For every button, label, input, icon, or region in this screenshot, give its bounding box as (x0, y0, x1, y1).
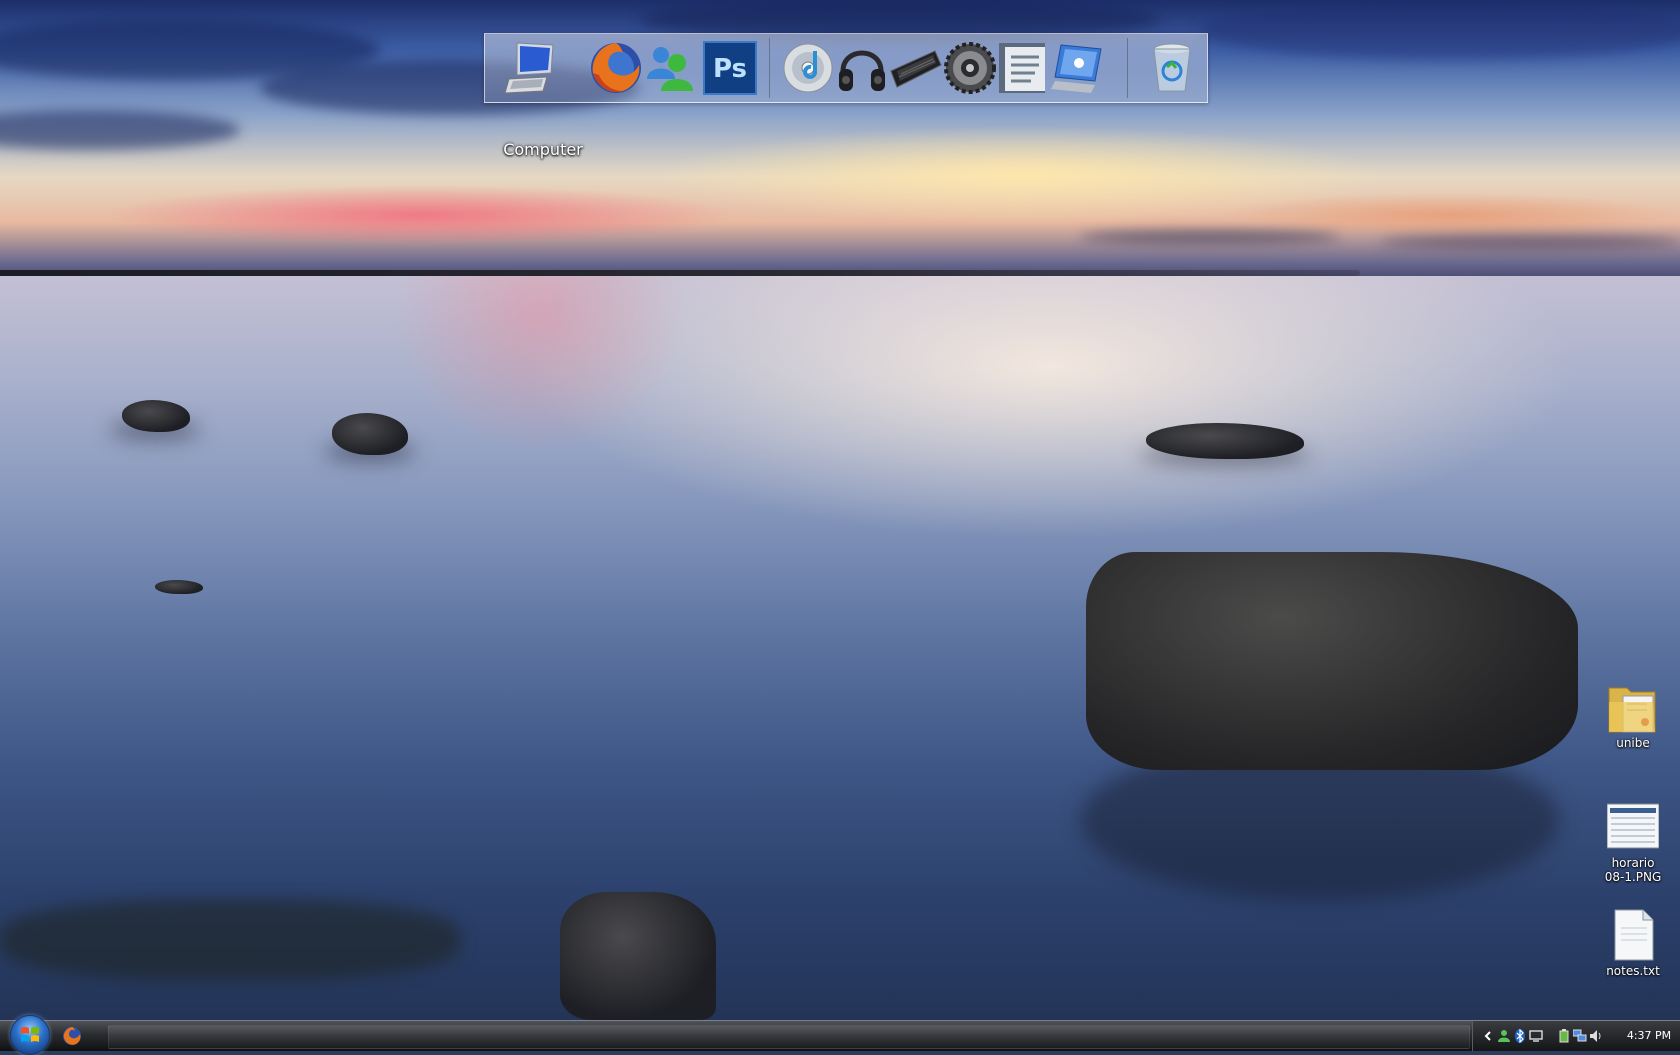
photoshop-icon: Ps (703, 41, 757, 95)
display-icon[interactable] (1529, 1029, 1543, 1043)
desktop-icon-label: horario 08-1.PNG (1604, 856, 1662, 884)
rock (560, 892, 716, 1020)
folder-icon (1608, 687, 1656, 733)
dock-separator (1127, 38, 1128, 98)
dock-separator (769, 38, 770, 98)
dock-media[interactable] (781, 41, 835, 95)
network-icon[interactable] (1573, 1029, 1587, 1043)
taskbar-clock[interactable]: 4:37 PM (1620, 1029, 1678, 1042)
dock-tooltip-label: Computer (503, 140, 583, 159)
start-button[interactable] (10, 1015, 50, 1055)
desktop-icon-unibe[interactable]: unibe (1588, 680, 1678, 750)
rock (122, 400, 190, 432)
power-icon[interactable] (1557, 1029, 1571, 1043)
dock-computer[interactable] (503, 41, 557, 95)
desktop-wallpaper (0, 0, 1680, 1020)
seaweed (0, 900, 460, 980)
dock-documents[interactable] (997, 41, 1051, 95)
dock-keyboard[interactable] (889, 41, 943, 95)
image-file-icon (1606, 803, 1660, 849)
document-icon (999, 43, 1045, 93)
desktop-icon-horario[interactable]: horario 08-1.PNG (1588, 800, 1678, 884)
taskbar-window-area[interactable] (108, 1025, 1470, 1049)
dock-bar: Ps (484, 33, 1208, 103)
gear-icon (944, 42, 996, 94)
volume-icon[interactable] (1589, 1029, 1603, 1043)
quick-launch-firefox[interactable] (62, 1026, 82, 1046)
photoshop-label: Ps (713, 54, 747, 84)
dock-audio[interactable] (835, 41, 889, 95)
cd-icon (783, 43, 833, 93)
large-rock (1086, 552, 1578, 770)
keyboard-icon (890, 50, 942, 88)
control-panel-icon (1051, 44, 1102, 93)
rock (332, 413, 408, 455)
windows-logo-icon (21, 1027, 39, 1042)
desktop-icon-label: notes.txt (1606, 964, 1660, 978)
firefox-icon (591, 43, 641, 93)
network-user-icon[interactable] (1497, 1029, 1511, 1043)
dock-messenger[interactable] (643, 41, 697, 95)
recycle-bin-icon (1153, 43, 1191, 92)
desktop-icon-label: unibe (1616, 736, 1650, 750)
laptop-icon (504, 42, 554, 94)
firefox-icon (63, 1027, 81, 1045)
desktop-icon-notes[interactable]: notes.txt (1588, 908, 1678, 978)
chevron-left-icon[interactable] (1481, 1029, 1495, 1043)
rock (1146, 423, 1304, 459)
text-file-icon (1614, 909, 1654, 961)
taskbar: 4:37 PM (0, 1015, 1680, 1055)
dock-recycle-bin[interactable] (1145, 41, 1199, 95)
dock-photoshop[interactable]: Ps (703, 41, 757, 95)
rock (155, 580, 203, 594)
bluetooth-icon[interactable] (1513, 1029, 1527, 1043)
dock-settings[interactable] (943, 41, 997, 95)
messenger-icon (647, 47, 693, 91)
headphones-icon (839, 50, 885, 91)
dock-control-panel[interactable] (1051, 41, 1105, 95)
dock-firefox[interactable] (589, 41, 643, 95)
